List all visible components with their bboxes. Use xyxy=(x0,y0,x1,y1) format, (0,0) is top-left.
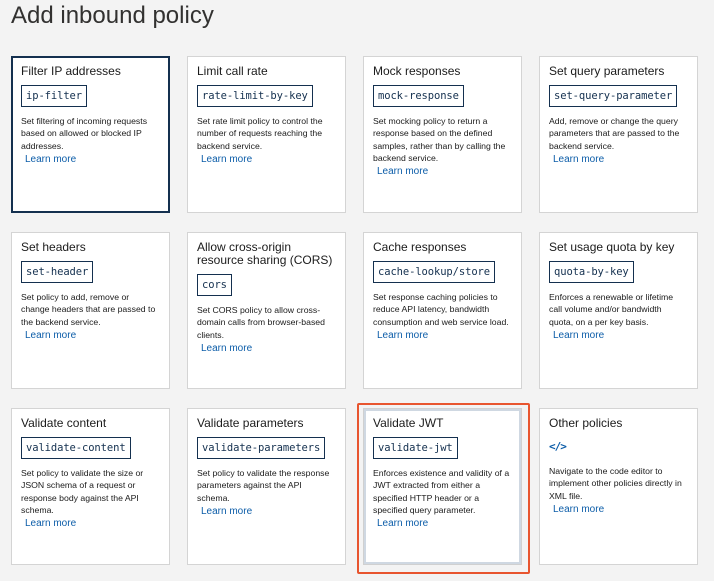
policy-description: Navigate to the code editor to implement… xyxy=(549,466,682,501)
policy-description: Set filtering of incoming requests based… xyxy=(21,116,148,151)
policy-code-chip: set-header xyxy=(21,261,94,283)
learn-more-link[interactable]: Learn more xyxy=(25,517,160,530)
policy-card-ip-filter[interactable]: Filter IP addresses ip-filter Set filterin… xyxy=(11,56,170,213)
policy-card-set-query-parameter[interactable]: Set query parameters set-query-parameter A… xyxy=(539,56,698,213)
policy-title: Allow cross-origin resource sharing (COR… xyxy=(197,240,333,267)
policy-card-validate-parameters[interactable]: Validate parameters validate-parameters Se… xyxy=(187,408,346,565)
policy-code-chip: validate-content xyxy=(21,437,131,459)
policy-title: Filter IP addresses xyxy=(21,64,121,78)
policy-card-cors[interactable]: Allow cross-origin resource sharing (COR… xyxy=(187,232,346,389)
policy-code-chip: ip-filter xyxy=(21,85,87,107)
policy-card-other-policies[interactable]: Other policies </> Navigate to the code ed… xyxy=(539,408,698,565)
policy-description: Set policy to validate the response para… xyxy=(197,468,330,503)
policy-description: Set rate limit policy to control the num… xyxy=(197,116,323,151)
learn-more-link[interactable]: Learn more xyxy=(25,153,160,166)
policy-description: Add, remove or change the query paramete… xyxy=(549,116,680,151)
learn-more-link[interactable]: Learn more xyxy=(201,505,336,518)
policy-title: Validate parameters xyxy=(197,416,304,430)
policy-code-chip: cache-lookup/store xyxy=(373,261,495,283)
policy-description: Enforces a renewable or lifetime call vo… xyxy=(549,292,674,327)
policy-code-chip: validate-jwt xyxy=(373,437,458,459)
policy-title: Set usage quota by key xyxy=(549,240,675,254)
policy-card-mock-response[interactable]: Mock responses mock-response Set mocking p… xyxy=(363,56,522,213)
policy-title: Validate content xyxy=(21,416,107,430)
policy-code-chip: cors xyxy=(197,274,232,296)
learn-more-link[interactable]: Learn more xyxy=(553,153,688,166)
policy-code-chip: mock-response xyxy=(373,85,464,107)
policy-description: Enforces existence and validity of a JWT… xyxy=(373,468,510,515)
page-title: Add inbound policy xyxy=(11,2,214,29)
policy-code-chip: validate-parameters xyxy=(197,437,326,459)
policy-title: Validate JWT xyxy=(373,416,444,430)
policy-title: Mock responses xyxy=(373,64,461,78)
policy-description: Set CORS policy to allow cross-domain ca… xyxy=(197,305,325,340)
policy-description: Set response caching policies to reduce … xyxy=(373,292,509,327)
learn-more-link[interactable]: Learn more xyxy=(377,165,512,178)
policy-card-quota-by-key[interactable]: Set usage quota by key quota-by-key Enforc… xyxy=(539,232,698,389)
learn-more-link[interactable]: Learn more xyxy=(377,329,512,342)
policy-code-chip: quota-by-key xyxy=(549,261,634,283)
policy-code-chip: rate-limit-by-key xyxy=(197,85,313,107)
policy-description: Set mocking policy to return a response … xyxy=(373,116,506,163)
policy-card-cache-lookup-store[interactable]: Cache responses cache-lookup/store Set res… xyxy=(363,232,522,389)
code-brackets-icon: </> xyxy=(549,440,567,453)
learn-more-link[interactable]: Learn more xyxy=(25,329,160,342)
policy-title: Cache responses xyxy=(373,240,467,254)
policy-card-validate-content[interactable]: Validate content validate-content Set poli… xyxy=(11,408,170,565)
policy-code-chip: set-query-parameter xyxy=(549,85,678,107)
learn-more-link[interactable]: Learn more xyxy=(553,329,688,342)
policy-title: Other policies xyxy=(549,416,623,430)
learn-more-link[interactable]: Learn more xyxy=(553,503,688,516)
policy-description: Set policy to validate the size or JSON … xyxy=(21,468,144,515)
policy-card-rate-limit-by-key[interactable]: Limit call rate rate-limit-by-key Set rate… xyxy=(187,56,346,213)
policy-description: Set policy to add, remove or change head… xyxy=(21,292,156,327)
policy-title: Set query parameters xyxy=(549,64,665,78)
policy-card-set-header[interactable]: Set headers set-header Set policy to add, … xyxy=(11,232,170,389)
policy-title: Limit call rate xyxy=(197,64,268,78)
learn-more-link[interactable]: Learn more xyxy=(201,342,336,355)
policy-title: Set headers xyxy=(21,240,86,254)
learn-more-link[interactable]: Learn more xyxy=(201,153,336,166)
policy-card-validate-jwt[interactable]: Validate JWT validate-jwt Enforces existen… xyxy=(363,408,522,565)
learn-more-link[interactable]: Learn more xyxy=(377,517,512,530)
